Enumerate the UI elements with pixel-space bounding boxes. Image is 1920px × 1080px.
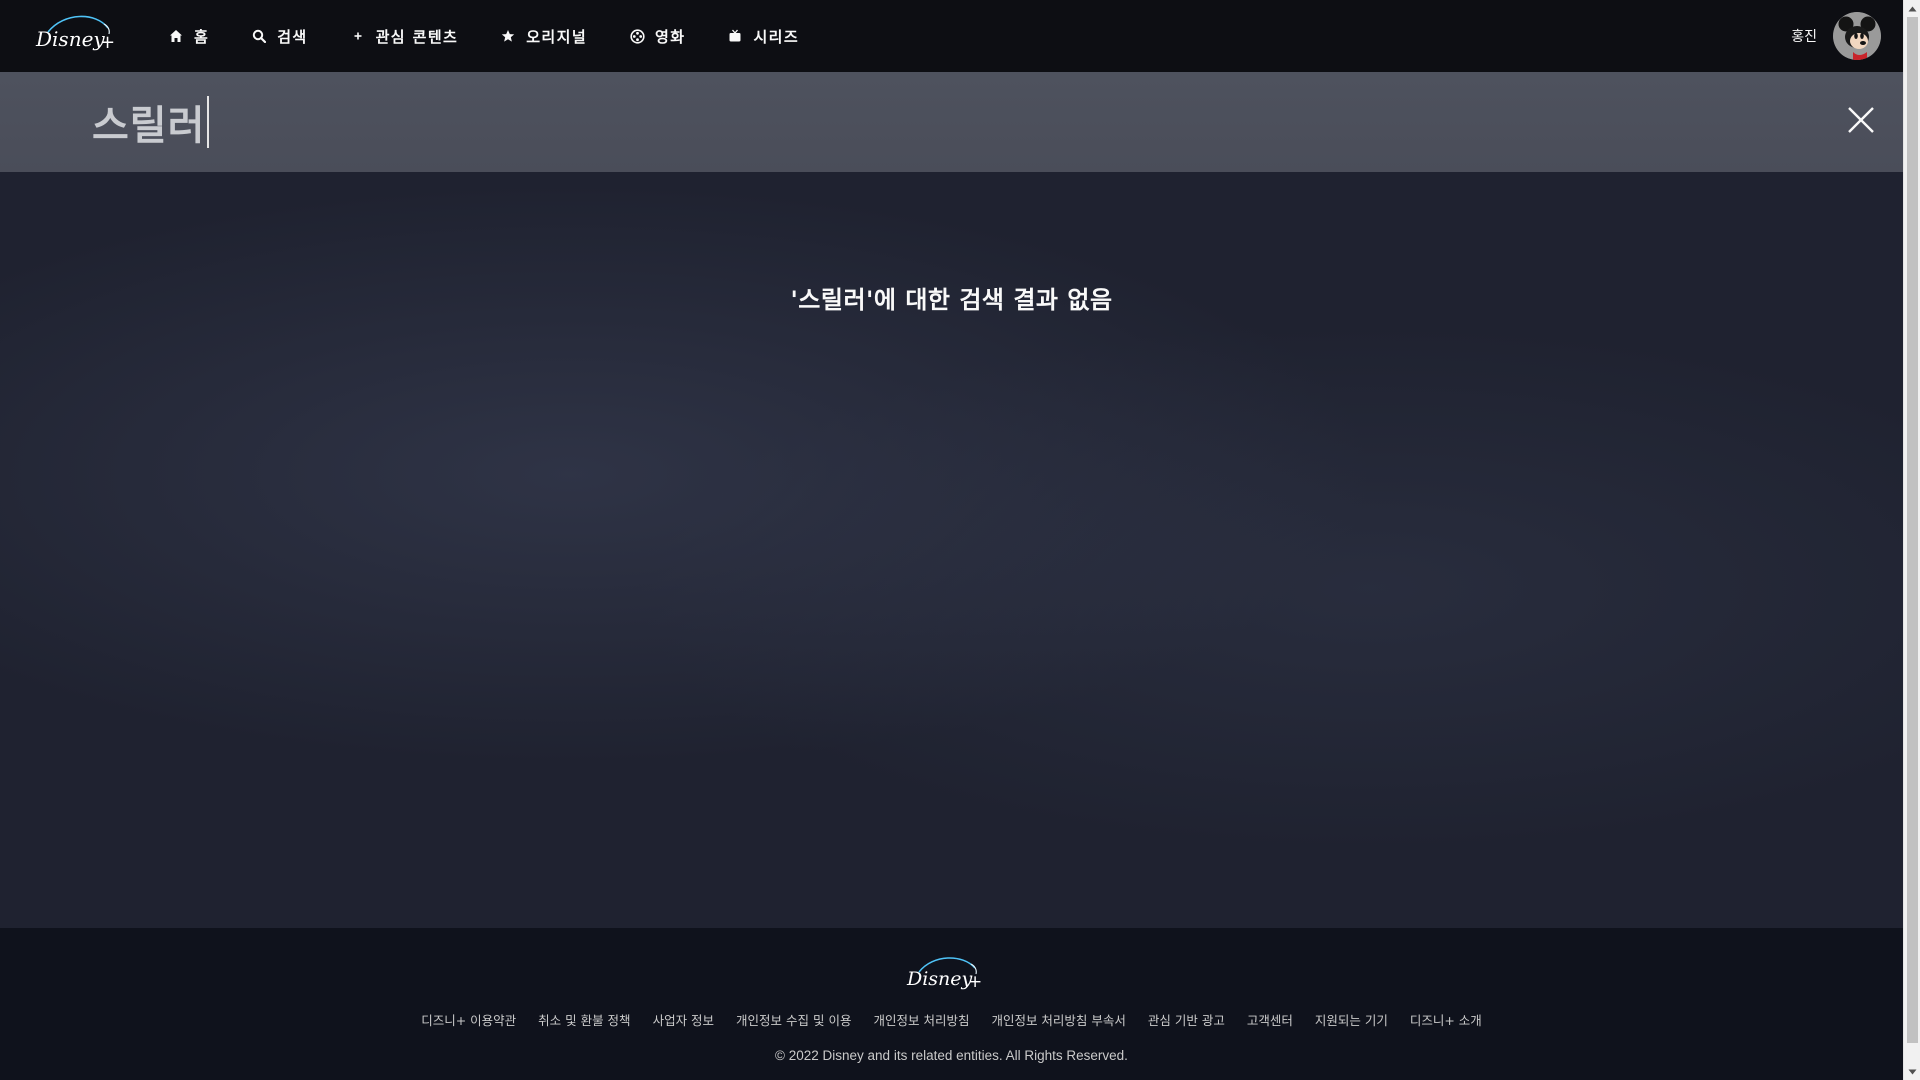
top-navigation-bar: Disney + 홈 검색 관심 콘텐츠 오리지널 영화 시리즈 홍진 xyxy=(0,0,1903,72)
app-viewport: Disney + 홈 검색 관심 콘텐츠 오리지널 영화 시리즈 홍진 스릴러 … xyxy=(0,0,1903,1080)
copyright-text: © 2022 Disney and its related entities. … xyxy=(775,1048,1128,1063)
footer-link-interest-ads[interactable]: 관심 기반 광고 xyxy=(1148,1010,1225,1029)
scroll-up-arrow[interactable] xyxy=(1904,0,1920,17)
main-nav: 홈 검색 관심 콘텐츠 오리지널 영화 시리즈 xyxy=(168,0,841,72)
search-icon xyxy=(251,28,267,44)
footer-link-about[interactable]: 디즈니+ 소개 xyxy=(1410,1010,1482,1029)
nav-item-search[interactable]: 검색 xyxy=(251,0,307,72)
footer-link-refund-policy[interactable]: 취소 및 환불 정책 xyxy=(538,1010,630,1029)
nav-item-originals-label: 오리지널 xyxy=(526,27,588,46)
svg-text:Disney: Disney xyxy=(906,968,973,990)
nav-item-originals[interactable]: 오리지널 xyxy=(500,0,587,72)
film-reel-icon xyxy=(629,28,645,44)
plus-icon xyxy=(350,28,366,44)
profile-menu[interactable]: 홍진 xyxy=(1791,12,1881,60)
footer-link-supported-devices[interactable]: 지원되는 기기 xyxy=(1315,1010,1388,1029)
profile-name: 홍진 xyxy=(1791,29,1817,45)
footer-links: 디즈니+ 이용약관 취소 및 환불 정책 사업자 정보 개인정보 수집 및 이용… xyxy=(0,1010,1903,1029)
search-results-area: '스릴러'에 대한 검색 결과 없음 xyxy=(0,172,1903,928)
nav-item-series-label: 시리즈 xyxy=(753,27,800,46)
svg-text:Disney: Disney xyxy=(35,27,105,51)
footer-disney-plus-logo: Disney + xyxy=(905,952,985,998)
star-icon xyxy=(500,28,516,44)
nav-item-movies[interactable]: 영화 xyxy=(629,0,685,72)
search-input[interactable]: 스릴러 xyxy=(92,93,210,151)
nav-item-movies-label: 영화 xyxy=(655,27,686,46)
svg-text:+: + xyxy=(968,972,982,992)
close-search-button[interactable] xyxy=(1843,104,1879,140)
tv-icon xyxy=(727,28,743,44)
search-query-text[interactable]: 스릴러 xyxy=(92,93,205,151)
close-icon xyxy=(1847,106,1875,138)
nav-item-home-label: 홈 xyxy=(194,27,210,46)
nav-item-watchlist-label: 관심 콘텐츠 xyxy=(375,27,459,46)
nav-item-watchlist[interactable]: 관심 콘텐츠 xyxy=(350,0,459,72)
footer-link-help-center[interactable]: 고객센터 xyxy=(1247,1010,1293,1029)
footer-link-business-info[interactable]: 사업자 정보 xyxy=(653,1010,714,1029)
vertical-scrollbar[interactable] xyxy=(1903,0,1920,1080)
footer-link-privacy-policy[interactable]: 개인정보 처리방침 xyxy=(873,1010,969,1029)
svg-text:+: + xyxy=(100,32,115,53)
disney-plus-logo[interactable]: Disney + xyxy=(34,12,118,60)
text-caret xyxy=(207,96,210,148)
footer-link-privacy-collection[interactable]: 개인정보 수집 및 이용 xyxy=(736,1010,851,1029)
footer: Disney + 디즈니+ 이용약관 취소 및 환불 정책 사업자 정보 개인정… xyxy=(0,928,1903,1080)
no-results-message: '스릴러'에 대한 검색 결과 없음 xyxy=(790,286,1113,314)
nav-item-search-label: 검색 xyxy=(277,27,308,46)
scrollbar-thumb[interactable] xyxy=(1907,17,1918,1043)
nav-item-home[interactable]: 홈 xyxy=(168,0,209,72)
footer-link-privacy-annex[interactable]: 개인정보 처리방침 부속서 xyxy=(991,1010,1125,1029)
avatar[interactable] xyxy=(1833,12,1881,60)
footer-link-terms[interactable]: 디즈니+ 이용약관 xyxy=(421,1010,516,1029)
search-bar: 스릴러 xyxy=(0,72,1903,172)
nav-item-series[interactable]: 시리즈 xyxy=(727,0,799,72)
scroll-down-arrow[interactable] xyxy=(1904,1063,1920,1080)
home-icon xyxy=(168,28,184,44)
